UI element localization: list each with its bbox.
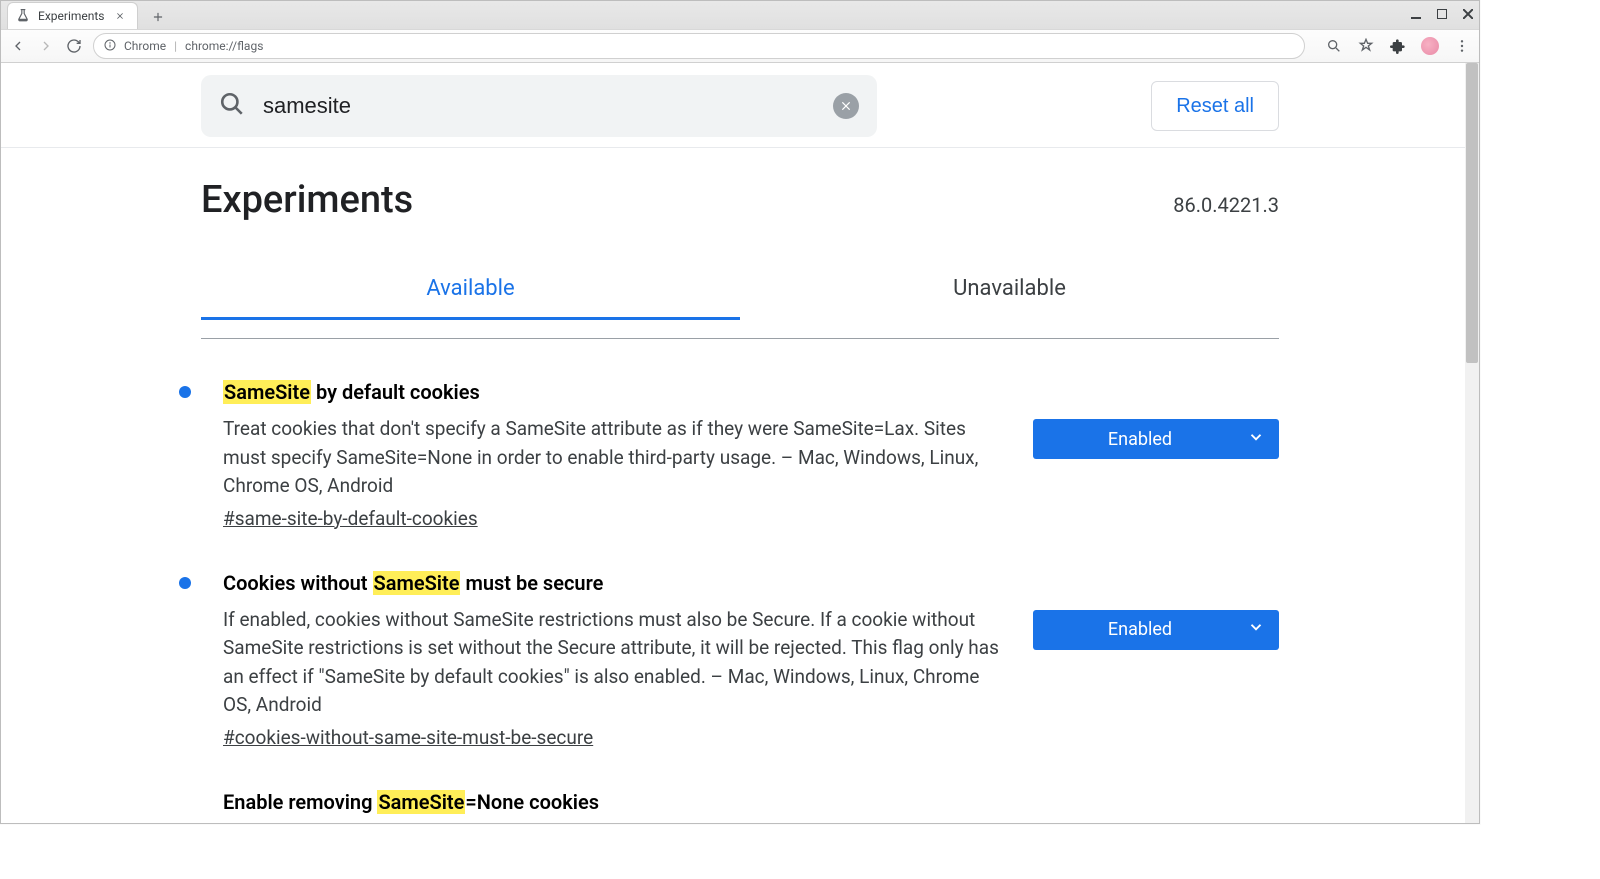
flag-indicator-icon — [179, 577, 191, 589]
bookmark-icon[interactable] — [1357, 37, 1375, 55]
menu-icon[interactable] — [1453, 37, 1471, 55]
flag-item: Cookies without SameSite must be secure … — [201, 530, 1279, 749]
chevron-down-icon — [1247, 428, 1265, 451]
flag-description: Treat cookies that don't specify a SameS… — [223, 415, 1009, 501]
search-icon — [219, 91, 245, 121]
new-tab-button[interactable] — [146, 5, 170, 29]
clear-search-icon[interactable] — [833, 93, 859, 119]
reset-all-button[interactable]: Reset all — [1151, 81, 1279, 131]
window-controls — [1409, 7, 1475, 21]
flag-item: SameSite by default cookies Treat cookie… — [201, 339, 1279, 530]
flag-title: Cookies without SameSite must be secure — [223, 570, 1009, 596]
toolbar-right — [1325, 37, 1471, 55]
flag-title: Enable removing SameSite=None cookies — [223, 789, 1043, 815]
omnibox-scheme: Chrome — [124, 39, 166, 53]
scrollbar-thumb[interactable] — [1466, 63, 1478, 363]
tab-strip: Experiments — [1, 1, 1479, 29]
tabs: Available Unavailable — [201, 262, 1279, 339]
back-icon[interactable] — [9, 37, 27, 55]
page-title: Experiments — [201, 178, 413, 222]
tab-title: Experiments — [38, 9, 105, 23]
version-label: 86.0.4221.3 — [1173, 193, 1279, 217]
flags-search-input[interactable] — [261, 92, 817, 120]
browser-window: Experiments Chrome | chrome://flags — [0, 0, 1480, 824]
flag-indicator-icon — [179, 386, 191, 398]
scrollbar[interactable] — [1465, 63, 1479, 823]
flag-state-select[interactable]: Enabled — [1033, 419, 1279, 459]
flag-state-select[interactable]: Enabled — [1033, 610, 1279, 650]
flags-search-box — [201, 75, 877, 137]
close-icon[interactable] — [1461, 7, 1475, 21]
tab-close-icon[interactable] — [113, 9, 127, 23]
page-content: Reset all Experiments 86.0.4221.3 Availa… — [1, 63, 1479, 823]
chevron-down-icon — [1247, 618, 1265, 641]
profile-avatar[interactable] — [1421, 37, 1439, 55]
flag-title: SameSite by default cookies — [223, 379, 1009, 405]
omnibox-url: chrome://flags — [185, 39, 263, 53]
flag-anchor-link[interactable]: #same-site-by-default-cookies — [223, 507, 478, 530]
tab-unavailable[interactable]: Unavailable — [740, 262, 1279, 338]
zoom-icon[interactable] — [1325, 37, 1343, 55]
maximize-icon[interactable] — [1435, 7, 1449, 21]
reload-icon[interactable] — [65, 37, 83, 55]
flag-description: If enabled, cookies without SameSite res… — [223, 606, 1009, 720]
flask-icon — [16, 9, 30, 23]
flag-item: Enable removing SameSite=None cookies — [201, 749, 1279, 823]
toolbar: Chrome | chrome://flags — [1, 29, 1479, 63]
tab-available[interactable]: Available — [201, 262, 740, 338]
omnibox[interactable]: Chrome | chrome://flags — [93, 33, 1305, 59]
flag-anchor-link[interactable]: #cookies-without-same-site-must-be-secur… — [223, 726, 593, 749]
site-info-icon[interactable] — [104, 39, 116, 54]
extensions-icon[interactable] — [1389, 37, 1407, 55]
forward-icon[interactable] — [37, 37, 55, 55]
minimize-icon[interactable] — [1409, 7, 1423, 21]
browser-tab-active[interactable]: Experiments — [7, 2, 138, 29]
